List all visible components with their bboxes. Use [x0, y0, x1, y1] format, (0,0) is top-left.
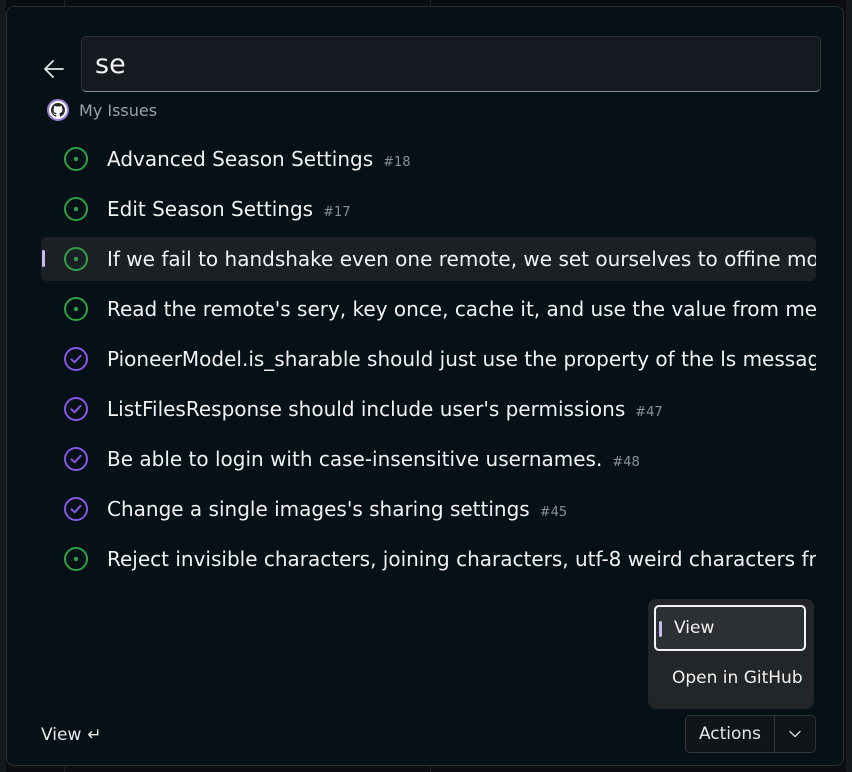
issue-item[interactable]: PioneerModel.is_sharable should just use…: [41, 337, 816, 381]
actions-button-label[interactable]: Actions: [686, 716, 775, 752]
menu-item-view[interactable]: View: [654, 605, 806, 651]
issue-item[interactable]: Reject invisible characters, joining cha…: [41, 537, 816, 581]
issue-title: Be able to login with case-insensitive u…: [107, 437, 816, 481]
issue-open-icon: [64, 197, 88, 221]
issue-title: Edit Season Settings #17: [107, 187, 816, 231]
issue-open-icon: [64, 297, 88, 321]
issue-item[interactable]: If we fail to handshake even one remote,…: [41, 237, 816, 281]
issue-title-text: Advanced Season Settings: [107, 147, 374, 171]
issue-title-text: Edit Season Settings: [107, 197, 314, 221]
issue-title-text: Read the remote's sery, key once, cache …: [107, 297, 816, 321]
issue-title-text: ListFilesResponse should include user's …: [107, 397, 626, 421]
issue-open-icon: [64, 147, 88, 171]
back-button[interactable]: [37, 52, 71, 86]
issue-item[interactable]: Be able to login with case-insensitive u…: [41, 437, 816, 481]
issue-number: #47: [635, 405, 663, 420]
issue-title-text: If we fail to handshake even one remote,…: [107, 247, 816, 271]
menu-item-open-in-github[interactable]: Open in GitHub: [654, 655, 806, 701]
issue-item[interactable]: Read the remote's sery, key once, cache …: [41, 287, 816, 331]
actions-button: Actions: [685, 715, 816, 753]
issue-title: If we fail to handshake even one remote,…: [107, 237, 816, 281]
issue-title: Reject invisible characters, joining cha…: [107, 537, 816, 581]
issue-number: #48: [612, 455, 640, 470]
selection-indicator: [659, 621, 662, 637]
issue-title: PioneerModel.is_sharable should just use…: [107, 337, 816, 381]
issue-closed-icon: [64, 497, 88, 521]
search-input[interactable]: [81, 36, 821, 92]
menu-item-label: Open in GitHub: [672, 668, 803, 688]
issue-title: Advanced Season Settings #18: [107, 137, 816, 181]
primary-action-label: View: [41, 725, 82, 745]
menu-item-label: View: [674, 618, 715, 638]
issue-title-text: Be able to login with case-insensitive u…: [107, 447, 603, 471]
issue-title: Read the remote's sery, key once, cache …: [107, 287, 816, 331]
issue-list: Advanced Season Settings #18 Edit Season S…: [41, 137, 816, 587]
issue-number: #18: [383, 155, 411, 170]
issue-title-text: Reject invisible characters, joining cha…: [107, 547, 816, 571]
chevron-down-icon: [789, 730, 801, 738]
issue-title: ListFilesResponse should include user's …: [107, 387, 816, 431]
enter-key-icon: ↵: [87, 725, 102, 745]
issue-title-text: PioneerModel.is_sharable should just use…: [107, 347, 816, 371]
arrow-left-icon: [44, 60, 64, 78]
issue-number: #17: [323, 205, 351, 220]
issue-item[interactable]: Edit Season Settings #17: [41, 187, 816, 231]
section-header: My Issues: [47, 98, 157, 122]
actions-menu: View Open in GitHub: [648, 599, 814, 709]
command-palette: My Issues Advanced Season Settings #18 Edi…: [6, 6, 844, 766]
issue-closed-icon: [64, 347, 88, 371]
issue-item[interactable]: Advanced Season Settings #18: [41, 137, 816, 181]
primary-action-hint[interactable]: View ↵: [41, 723, 102, 747]
issue-item[interactable]: Change a single images's sharing setting…: [41, 487, 816, 531]
issue-number: #45: [539, 505, 568, 520]
issue-open-icon: [64, 247, 88, 271]
actions-dropdown-button[interactable]: [775, 716, 815, 752]
issue-closed-icon: [64, 447, 88, 471]
section-label: My Issues: [79, 100, 158, 120]
issue-title: Change a single images's sharing setting…: [107, 487, 816, 531]
selection-indicator: [42, 250, 45, 267]
github-icon: [47, 99, 69, 121]
issue-title-text: Change a single images's sharing setting…: [107, 497, 530, 521]
issue-closed-icon: [64, 397, 88, 421]
issue-item[interactable]: ListFilesResponse should include user's …: [41, 387, 816, 431]
issue-open-icon: [64, 547, 88, 571]
background-app-right: [846, 0, 852, 772]
